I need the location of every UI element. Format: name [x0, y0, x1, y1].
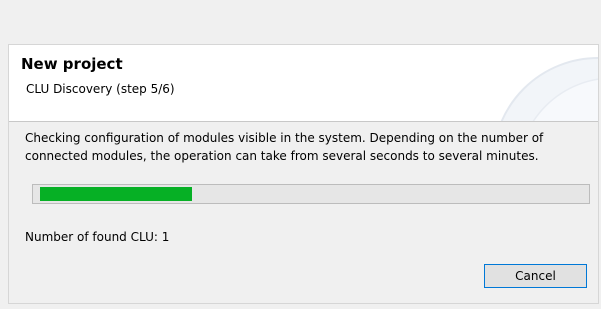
status-message: Checking configuration of modules visibl… — [25, 131, 544, 163]
progress-bar-fill — [40, 187, 192, 201]
page-subtitle: CLU Discovery (step 5/6) — [26, 82, 175, 96]
wizard-header: New project CLU Discovery (step 5/6) — [9, 45, 598, 122]
progress-bar — [32, 184, 590, 204]
cancel-button[interactable]: Cancel — [484, 264, 587, 288]
page-title: New project — [21, 55, 123, 73]
new-project-dialog: New project CLU Discovery (step 5/6) Che… — [8, 44, 599, 304]
window-top-area — [0, 0, 601, 45]
found-clu-count: Number of found CLU: 1 — [25, 230, 170, 244]
header-decoration — [500, 57, 598, 121]
